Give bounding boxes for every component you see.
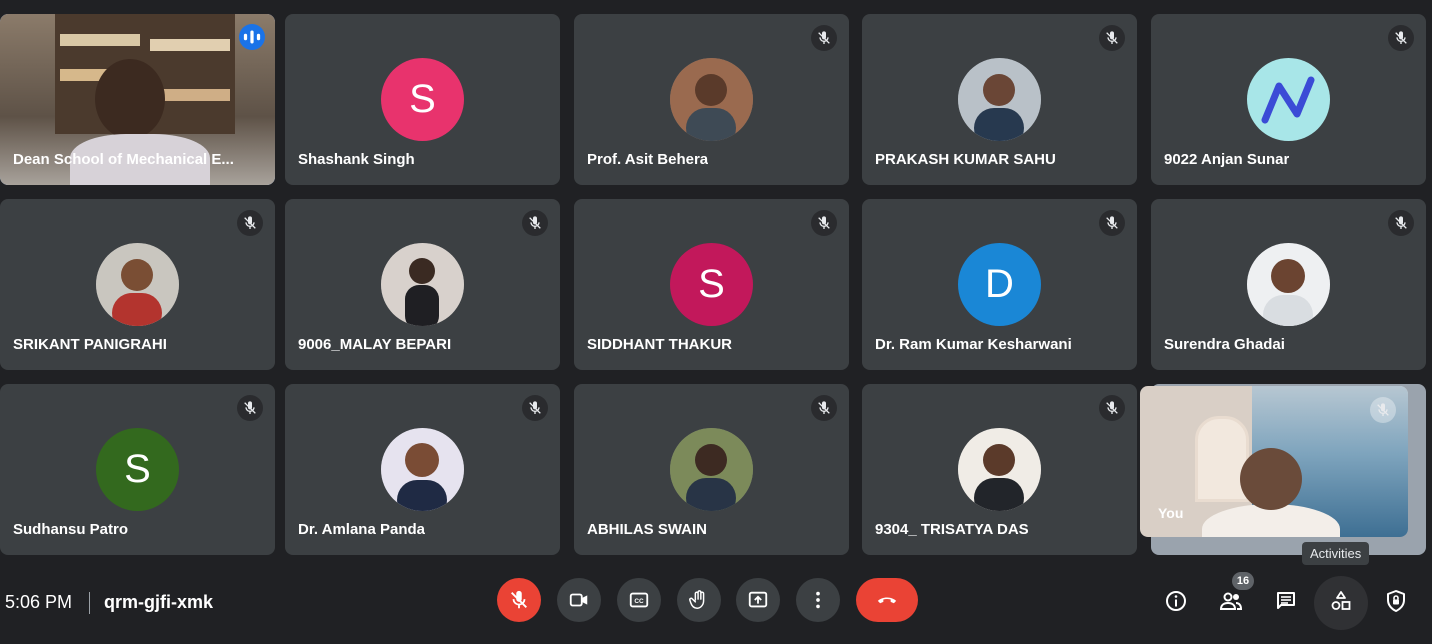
avatar xyxy=(1247,243,1330,326)
participant-tile-srikant[interactable]: SRIKANT PANIGRAHI xyxy=(0,199,275,370)
info-icon xyxy=(1166,591,1186,611)
mic-off-icon xyxy=(1099,25,1125,51)
mic-off-icon xyxy=(522,395,548,421)
self-view-label: You xyxy=(1158,505,1184,521)
avatar xyxy=(958,58,1041,141)
meeting-controls-bar: 5:06 PM qrm-gjfi-xmk CC 16 xyxy=(0,570,1432,644)
meeting-code: qrm-gjfi-xmk xyxy=(104,592,214,612)
avatar xyxy=(958,428,1041,511)
avatar xyxy=(670,58,753,141)
participant-name: ABHILAS SWAIN xyxy=(587,521,707,538)
participant-tile-siddhant[interactable]: S SIDDHANT THAKUR xyxy=(574,199,849,370)
mic-off-icon xyxy=(237,395,263,421)
end-call-icon xyxy=(877,597,897,604)
mic-off-icon xyxy=(237,210,263,236)
avatar xyxy=(96,243,179,326)
avatar: S xyxy=(381,58,464,141)
participant-tile-amlana[interactable]: Dr. Amlana Panda xyxy=(285,384,560,555)
avatar: S xyxy=(96,428,179,511)
mic-off-icon xyxy=(811,25,837,51)
avatar xyxy=(670,428,753,511)
present-icon xyxy=(748,591,768,608)
mic-off-icon xyxy=(1099,395,1125,421)
participant-tile-abhilas[interactable]: ABHILAS SWAIN xyxy=(574,384,849,555)
participant-tile-dean[interactable]: Dean School of Mechanical E... xyxy=(0,14,275,185)
avatar xyxy=(381,243,464,326)
participant-name: Shashank Singh xyxy=(298,151,415,168)
people-button[interactable] xyxy=(1216,586,1246,616)
participant-name: Dean School of Mechanical E... xyxy=(13,151,234,168)
captions-icon: CC xyxy=(629,592,649,608)
participant-tile-shashank[interactable]: S Shashank Singh xyxy=(285,14,560,185)
participant-name: Surendra Ghadai xyxy=(1164,336,1285,353)
participant-name: Dr. Ram Kumar Kesharwani xyxy=(875,336,1072,353)
raise-hand-icon xyxy=(689,590,705,609)
participant-name: 9006_MALAY BEPARI xyxy=(298,336,452,353)
participant-tile-surendra[interactable]: Surendra Ghadai xyxy=(1151,199,1426,370)
mic-off-icon xyxy=(811,395,837,421)
participant-tile-anjan[interactable]: 9022 Anjan Sunar xyxy=(1151,14,1426,185)
speaking-indicator-icon xyxy=(239,24,265,50)
leave-call-button[interactable] xyxy=(856,578,918,622)
participant-tile-trisatya[interactable]: 9304_ TRISATYA DAS xyxy=(862,384,1137,555)
mic-toggle-button[interactable] xyxy=(497,578,541,622)
participant-name: SIDDHANT THAKUR xyxy=(587,336,732,353)
participant-name: Sudhansu Patro xyxy=(13,521,129,538)
camera-toggle-button[interactable] xyxy=(557,578,601,622)
camera-icon xyxy=(569,593,588,607)
participant-count-badge: 16 xyxy=(1232,572,1254,590)
more-options-button[interactable] xyxy=(796,578,840,622)
activities-icon xyxy=(1331,591,1351,610)
present-button[interactable] xyxy=(736,578,780,622)
host-controls-icon xyxy=(1387,590,1405,612)
mic-off-icon xyxy=(522,210,548,236)
activities-tooltip: Activities xyxy=(1302,542,1370,565)
divider xyxy=(89,592,90,614)
mic-off-icon xyxy=(1370,397,1396,423)
participant-name: SRIKANT PANIGRAHI xyxy=(13,336,167,353)
chat-icon xyxy=(1277,592,1295,609)
mic-off-icon xyxy=(1388,25,1414,51)
host-controls-button[interactable] xyxy=(1381,586,1411,616)
participant-name: 9022 Anjan Sunar xyxy=(1164,151,1290,168)
avatar xyxy=(381,428,464,511)
mic-off-icon xyxy=(511,590,527,609)
people-icon xyxy=(1219,592,1243,610)
participant-name: Dr. Amlana Panda xyxy=(298,521,425,538)
chat-button[interactable] xyxy=(1271,586,1301,616)
participant-tile-sudhansu[interactable]: S Sudhansu Patro xyxy=(0,384,275,555)
svg-text:CC: CC xyxy=(634,598,644,605)
participant-name: Prof. Asit Behera xyxy=(587,151,709,168)
participant-name: PRAKASH KUMAR SAHU xyxy=(875,151,1056,168)
mic-off-icon xyxy=(1388,210,1414,236)
more-vert-icon xyxy=(816,591,820,609)
avatar: D xyxy=(958,243,1041,326)
activities-button[interactable] xyxy=(1326,586,1356,616)
mic-off-icon xyxy=(1099,210,1125,236)
avatar: S xyxy=(670,243,753,326)
mic-off-icon xyxy=(811,210,837,236)
meeting-info-button[interactable] xyxy=(1161,586,1191,616)
participant-tile-prakash[interactable]: PRAKASH KUMAR SAHU xyxy=(862,14,1137,185)
logo-avatar xyxy=(1247,58,1330,141)
participant-tile-malay[interactable]: 9006_MALAY BEPARI xyxy=(285,199,560,370)
captions-button[interactable]: CC xyxy=(617,578,661,622)
participant-name: 9304_ TRISATYA DAS xyxy=(875,521,1029,538)
participant-tile-asit[interactable]: Prof. Asit Behera xyxy=(574,14,849,185)
self-video-person xyxy=(1240,448,1302,510)
meeting-time: 5:06 PM xyxy=(5,592,73,612)
raise-hand-button[interactable] xyxy=(677,578,721,622)
participant-tile-ram[interactable]: D Dr. Ram Kumar Kesharwani xyxy=(862,199,1137,370)
self-view-tile[interactable]: You xyxy=(1140,386,1408,537)
